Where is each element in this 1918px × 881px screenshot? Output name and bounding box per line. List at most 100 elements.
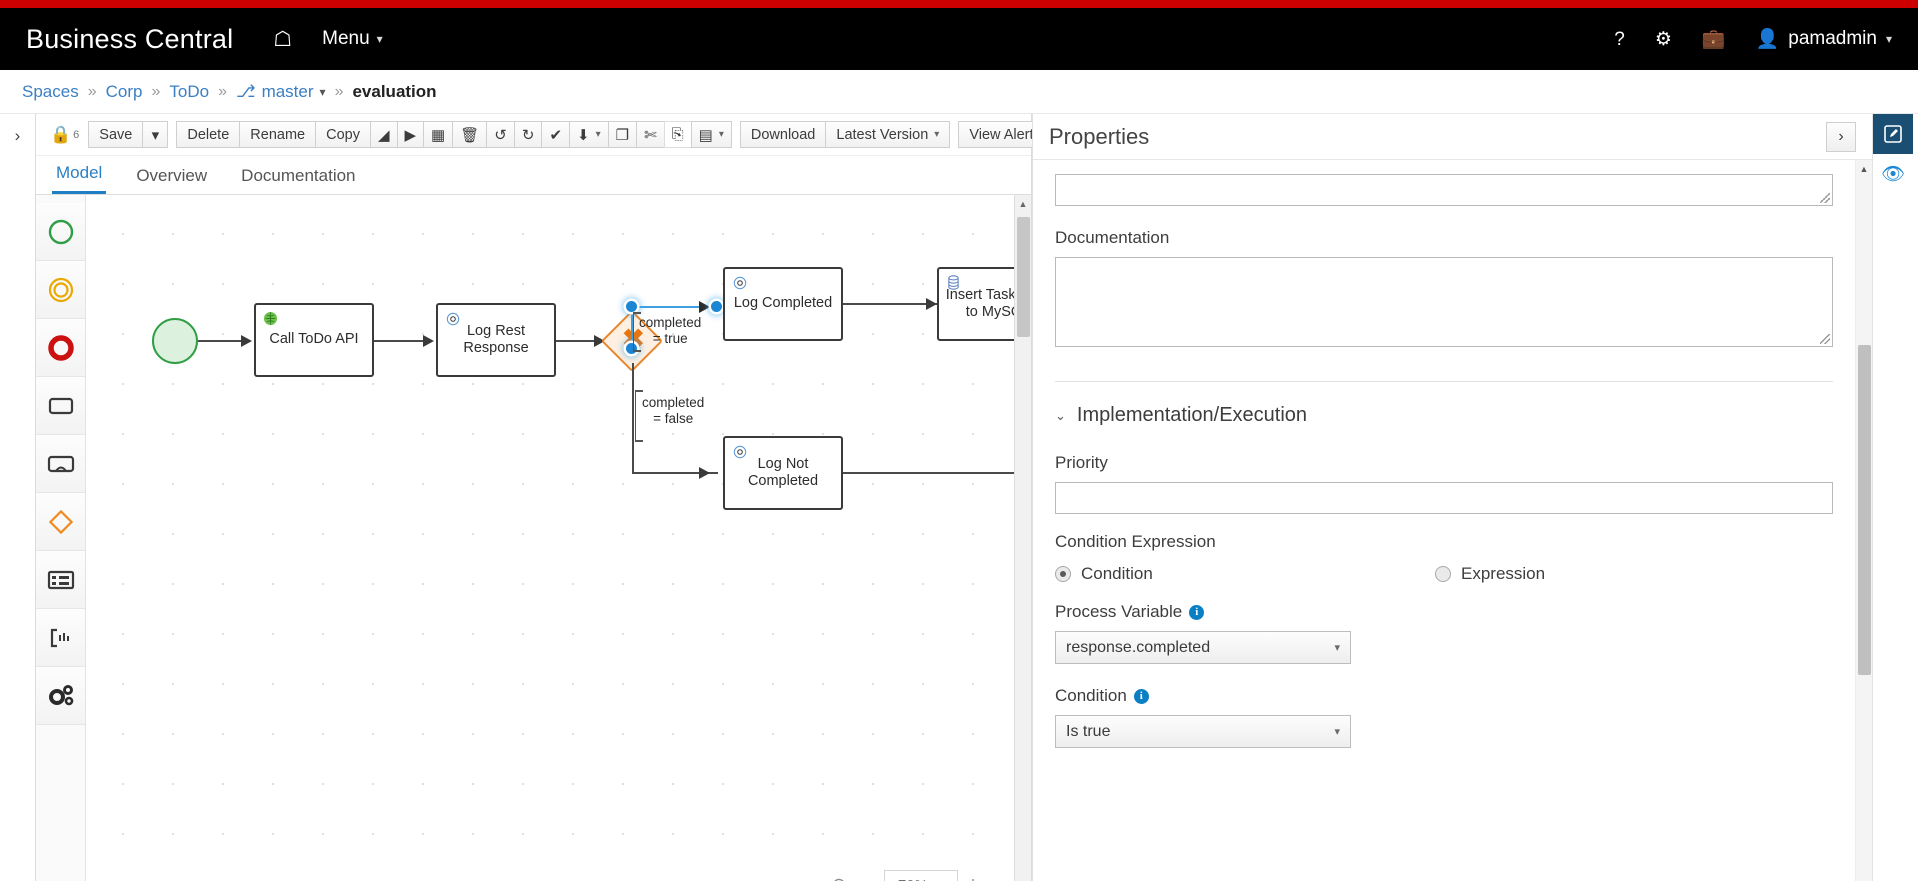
start-event-tool[interactable] [36, 203, 85, 261]
lock-icon[interactable]: 🔒 [50, 125, 71, 145]
sequence-flow[interactable] [374, 340, 426, 342]
documentation-textarea[interactable] [1055, 257, 1833, 347]
intermediate-event-tool[interactable] [36, 261, 85, 319]
radio-expression-input[interactable] [1435, 566, 1451, 582]
task-tool[interactable] [36, 377, 85, 435]
properties-scroll-area: Documentation ⌄ Implementation/Execution… [1033, 160, 1855, 881]
duplicate-icon[interactable]: ❐ [607, 121, 638, 148]
condition-select[interactable]: Is true ▾ [1055, 715, 1351, 748]
info-icon[interactable]: i [1133, 688, 1149, 704]
tab-model[interactable]: Model [52, 163, 107, 194]
save-button[interactable]: Save [88, 121, 144, 148]
radio-condition[interactable]: Condition [1055, 564, 1435, 584]
breadcrumb-item-spaces[interactable]: Spaces [22, 82, 79, 102]
paste-icon[interactable]: ⎘ [663, 121, 692, 148]
zoom-in-button[interactable]: + [958, 870, 988, 881]
properties-scroll-thumb[interactable] [1858, 345, 1871, 675]
import-icon[interactable]: ⬇ ▾ [569, 121, 609, 148]
radio-expression[interactable]: Expression [1435, 564, 1545, 584]
sequence-flow[interactable] [843, 303, 937, 305]
save-dropdown-button[interactable]: ▾ [142, 121, 169, 148]
sequence-flow[interactable] [198, 340, 244, 342]
priority-input[interactable] [1055, 482, 1833, 514]
scroll-up-icon[interactable]: ▲ [1015, 195, 1031, 212]
home-icon[interactable]: ☖ [273, 29, 292, 50]
name-textarea[interactable] [1055, 174, 1833, 206]
artifact-tool[interactable] [36, 609, 85, 667]
script-task-icon [732, 444, 747, 459]
vertical-scroll-thumb[interactable] [1017, 217, 1030, 337]
flow-handle-end[interactable] [711, 301, 722, 312]
diagram-task-insert-task-data[interactable]: Insert Task Data to MySQL [937, 267, 1014, 341]
chevron-right-icon[interactable]: › [15, 126, 21, 881]
eraser-icon[interactable]: ◢ [369, 121, 398, 148]
chevron-down-icon: ▾ [1334, 726, 1340, 738]
breadcrumb-item-corp[interactable]: Corp [106, 82, 143, 102]
page-title: Properties [1049, 123, 1150, 149]
custom-tasks-tool[interactable] [36, 667, 85, 725]
sequence-flow[interactable] [556, 340, 598, 342]
priority-label: Priority [1055, 453, 1108, 472]
pencil-square-icon[interactable] [1873, 114, 1913, 154]
radio-condition-input[interactable] [1055, 566, 1071, 582]
zoom-reset-icon[interactable]: ⊘ [824, 870, 854, 881]
info-icon[interactable]: i [1189, 604, 1205, 620]
breadcrumb-separator: » [87, 82, 97, 100]
redo-icon[interactable]: ↻ [513, 121, 543, 148]
end-event-tool[interactable] [36, 319, 85, 377]
left-collapse-rail[interactable]: › [0, 114, 36, 881]
cut-icon[interactable]: ✄ [636, 121, 665, 148]
main-body: › 🔒 6 Save ▾ Delete Rename Copy ◢ ▶ ▦ 🗑 … [0, 114, 1918, 881]
latest-version-button[interactable]: Latest Version ▾ [825, 121, 951, 148]
zoom-level-display[interactable]: 70% ∧ [884, 870, 958, 881]
download-button[interactable]: Download [739, 121, 827, 148]
chevron-down-icon: ▾ [595, 129, 601, 140]
form-icon[interactable]: ▤ ▾ [690, 121, 732, 148]
question-mark-icon[interactable]: ? [1614, 30, 1625, 49]
breadcrumb-item-branch[interactable]: ⎇ master ▾ [236, 82, 326, 102]
arrow-head-icon [241, 335, 252, 347]
undo-icon[interactable]: ↺ [486, 121, 515, 148]
gear-icon[interactable]: ⚙ [1655, 30, 1672, 49]
flow-handle-start[interactable] [626, 301, 637, 312]
menu-button[interactable]: Menu ▾ [322, 28, 383, 50]
user-menu[interactable]: 👤 pamadmin ▾ [1756, 27, 1892, 51]
implementation-execution-section-header[interactable]: ⌄ Implementation/Execution [1055, 404, 1833, 427]
play-icon[interactable]: ▶ [396, 121, 425, 148]
chevron-down-icon: ▾ [376, 32, 383, 46]
gateway-tool[interactable] [36, 493, 85, 551]
task-label: Insert Task Data to MySQL [945, 286, 1014, 320]
copy-button[interactable]: Copy [315, 121, 371, 148]
tab-overview[interactable]: Overview [132, 166, 211, 194]
properties-collapse-button[interactable]: › [1826, 121, 1856, 152]
grid-icon[interactable]: ▦ [423, 121, 454, 148]
breadcrumb-item-todo[interactable]: ToDo [169, 82, 209, 102]
delete-button[interactable]: Delete [176, 121, 241, 148]
service-task-icon [263, 311, 278, 326]
diagram-start-event[interactable] [152, 318, 198, 364]
save-group: Save ▾ [88, 121, 169, 148]
container-tool[interactable] [36, 551, 85, 609]
sequence-flow[interactable] [843, 472, 1014, 474]
validate-check-icon[interactable]: ✔ [541, 121, 571, 148]
flow-label-true: completed = true [639, 315, 701, 346]
process-variable-select[interactable]: response.completed ▾ [1055, 631, 1351, 664]
zoom-out-button[interactable]: − [854, 870, 884, 881]
bpmn-canvas[interactable]: Call ToDo API Log Rest Response complete… [86, 195, 1014, 881]
database-icon [946, 275, 961, 290]
properties-vertical-scrollbar[interactable]: ▲ [1855, 160, 1872, 881]
eye-icon[interactable]: 👁 [1873, 154, 1913, 194]
flow-handle-mid[interactable] [626, 343, 637, 354]
rename-button[interactable]: Rename [239, 121, 317, 148]
scroll-up-icon[interactable]: ▲ [1856, 160, 1872, 177]
subprocess-tool[interactable] [36, 435, 85, 493]
tab-documentation[interactable]: Documentation [237, 166, 359, 194]
sequence-flow-false[interactable] [632, 363, 634, 473]
briefcase-icon[interactable]: 💼 [1702, 30, 1726, 49]
diagram-task-call-todo-api[interactable]: Call ToDo API [254, 303, 374, 377]
diagram-task-log-rest-response[interactable]: Log Rest Response [436, 303, 556, 377]
trash-icon[interactable]: 🗑 [452, 121, 488, 148]
diagram-task-log-not-completed[interactable]: Log Not Completed [723, 436, 843, 510]
diagram-task-log-completed[interactable]: Log Completed [723, 267, 843, 341]
canvas-vertical-scrollbar[interactable]: ▲ [1014, 195, 1031, 881]
